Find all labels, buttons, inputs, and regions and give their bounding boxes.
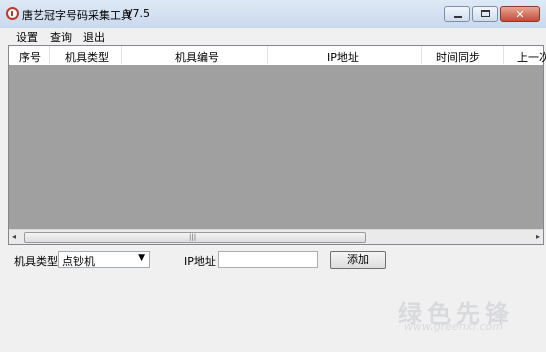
chevron-down-icon: ▼ [138, 253, 145, 263]
column-separator[interactable] [267, 46, 268, 64]
maximize-icon [481, 10, 490, 17]
device-list[interactable]: 序号 机具类型 机具编号 IP地址 时间同步 上一次 ◂ ||| ▸ [8, 45, 546, 245]
column-header-ip-address[interactable]: IP地址 [327, 49, 359, 65]
close-icon: ✕ [515, 8, 525, 21]
column-header-device-number[interactable]: 机具编号 [175, 49, 219, 65]
menu-settings[interactable]: 设置 [16, 29, 38, 45]
scrollbar-thumb[interactable]: ||| [24, 232, 366, 243]
column-header-time-sync[interactable]: 时间同步 [436, 49, 480, 65]
menu-exit[interactable]: 退出 [83, 29, 105, 45]
watermark-url: www.greenxf.com [404, 320, 503, 333]
window-controls: ✕ [442, 6, 540, 22]
add-button[interactable]: 添加 [330, 251, 386, 269]
menu-query[interactable]: 查询 [50, 29, 72, 45]
minimize-icon [454, 16, 462, 18]
column-header-device-type[interactable]: 机具类型 [65, 49, 109, 65]
list-header: 序号 机具类型 机具编号 IP地址 时间同步 上一次 [9, 46, 546, 66]
device-type-label: 机具类型 [14, 255, 58, 268]
column-separator[interactable] [121, 46, 122, 64]
scroll-right-icon[interactable]: ▸ [536, 232, 540, 241]
title-bar: 唐艺冠字号码采集工具 V7.5 ✕ [0, 0, 546, 28]
ip-address-input[interactable] [218, 251, 318, 268]
menu-bar: 设置 查询 退出 [0, 28, 546, 45]
device-type-value: 点钞机 [62, 255, 95, 268]
scroll-left-icon[interactable]: ◂ [12, 232, 16, 241]
ip-address-label: IP地址 [184, 255, 216, 268]
grip-icon: ||| [189, 233, 197, 241]
column-separator[interactable] [421, 46, 422, 64]
app-version: V7.5 [125, 7, 151, 20]
maximize-button[interactable] [472, 6, 498, 22]
list-body[interactable] [9, 65, 543, 231]
app-logo-icon [6, 7, 19, 20]
horizontal-scrollbar[interactable]: ◂ ||| ▸ [9, 229, 543, 244]
column-header-index[interactable]: 序号 [19, 49, 41, 65]
column-separator[interactable] [49, 46, 50, 64]
device-type-select[interactable]: 点钞机 ▼ [58, 251, 150, 268]
close-button[interactable]: ✕ [500, 6, 540, 22]
minimize-button[interactable] [444, 6, 470, 22]
column-header-last[interactable]: 上一次 [517, 49, 546, 65]
window-title: 唐艺冠字号码采集工具 [22, 9, 132, 22]
column-separator[interactable] [503, 46, 504, 64]
